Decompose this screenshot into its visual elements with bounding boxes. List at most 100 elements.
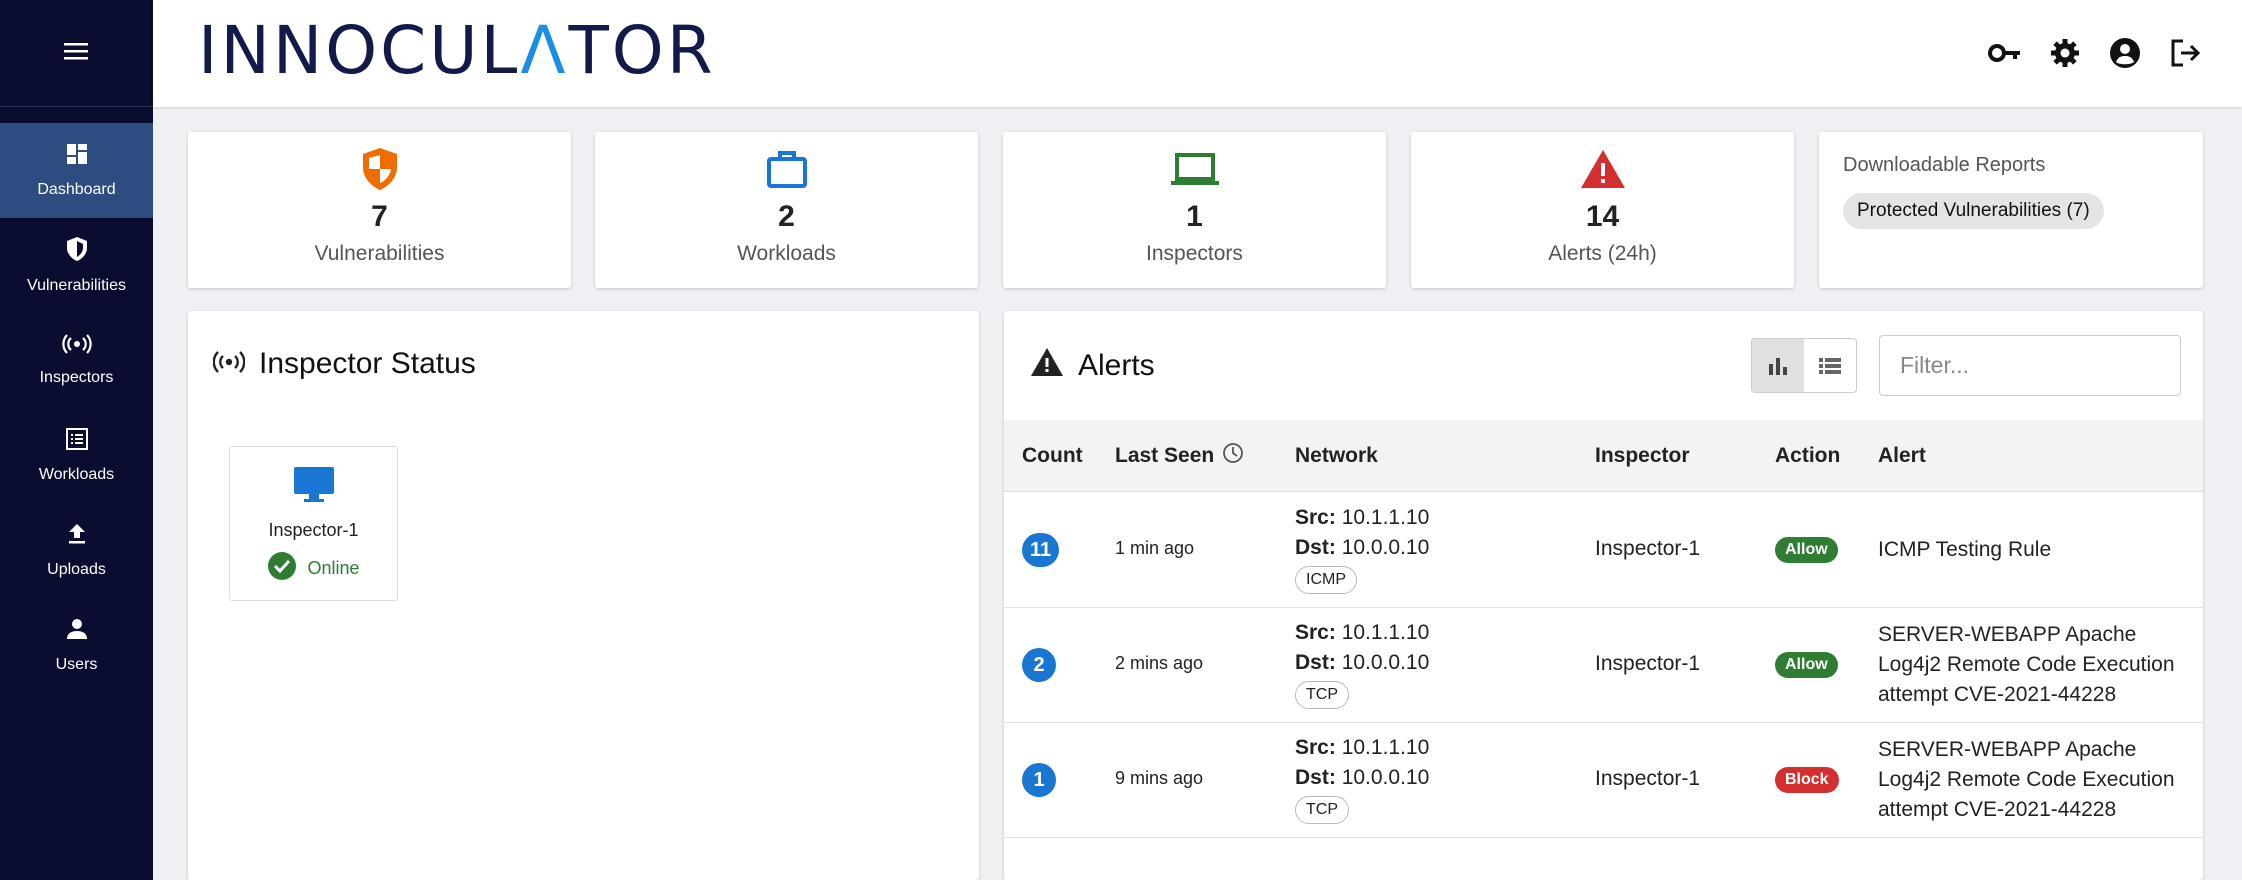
- col-network[interactable]: Network: [1295, 420, 1378, 492]
- inspector-status-header: Inspector Status: [212, 347, 476, 381]
- logo-text-end: TOR: [568, 12, 716, 89]
- stat-value: 14: [1585, 200, 1620, 233]
- broadcast-icon: [212, 347, 246, 381]
- sidebar-nav: Dashboard Vulnerabilities Inspectors Wor…: [0, 123, 153, 693]
- inspector-cell: Inspector-1: [1595, 652, 1701, 675]
- reports-card: Downloadable Reports Protected Vulnerabi…: [1819, 132, 2203, 288]
- stat-label: Vulnerabilities: [314, 242, 445, 265]
- col-action[interactable]: Action: [1775, 420, 1840, 492]
- shield-icon: [65, 236, 89, 267]
- last-seen: 9 mins ago: [1115, 768, 1204, 788]
- col-inspector[interactable]: Inspector: [1595, 420, 1690, 492]
- inspector-cell: Inspector-1: [1595, 537, 1701, 560]
- table-header: Count Last Seen Network Inspector Action…: [1004, 420, 2203, 492]
- stat-card-inspectors[interactable]: 1 Inspectors: [1003, 132, 1386, 288]
- dst-ip: 10.0.0.10: [1341, 536, 1430, 559]
- src-label: Src:: [1295, 506, 1336, 529]
- reports-title: Downloadable Reports: [1843, 154, 2046, 176]
- monitor-icon: [292, 465, 336, 508]
- dashboard-icon: [65, 142, 89, 171]
- action-badge: Block: [1775, 767, 1839, 793]
- sidebar-item-label: Dashboard: [37, 181, 116, 198]
- filter-input[interactable]: [1879, 335, 2181, 396]
- network-cell: Src: 10.1.1.10 Dst: 10.0.0.10 TCP: [1295, 733, 1429, 824]
- inspector-name: Inspector-1: [268, 520, 359, 540]
- sidebar-item-users[interactable]: Users: [0, 598, 153, 693]
- network-cell: Src: 10.1.1.10 Dst: 10.0.0.10 TCP: [1295, 618, 1429, 709]
- action-badge: Allow: [1775, 537, 1838, 563]
- dst-ip: 10.0.0.10: [1341, 651, 1430, 674]
- sidebar-item-dashboard[interactable]: Dashboard: [0, 123, 153, 218]
- app-logo[interactable]: INNOCULΛTOR: [198, 18, 716, 84]
- sidebar-item-label: Vulnerabilities: [26, 277, 126, 294]
- sidebar-item-inspectors[interactable]: Inspectors: [0, 313, 153, 408]
- last-seen: 1 min ago: [1115, 538, 1195, 558]
- alert-cell: SERVER-WEBAPP Apache Log4j2 Remote Code …: [1878, 738, 2175, 821]
- sidebar-item-vulnerabilities[interactable]: Vulnerabilities: [0, 218, 153, 313]
- action-badge: Allow: [1775, 652, 1838, 678]
- sidebar-header: [0, 0, 153, 107]
- src-ip: 10.1.1.10: [1341, 736, 1430, 759]
- shield-icon: [361, 146, 399, 192]
- report-chip[interactable]: Protected Vulnerabilities (7): [1843, 193, 2104, 229]
- src-ip: 10.1.1.10: [1341, 621, 1430, 644]
- col-alert[interactable]: Alert: [1878, 420, 1926, 492]
- stat-card-alerts[interactable]: 14 Alerts (24h): [1411, 132, 1794, 288]
- stat-label: Inspectors: [1146, 242, 1243, 265]
- src-label: Src:: [1295, 736, 1336, 759]
- alert-cell: SERVER-WEBAPP Apache Log4j2 Remote Code …: [1878, 623, 2175, 706]
- sidebar-item-label: Users: [55, 656, 98, 673]
- stat-card-vulnerabilities[interactable]: 7 Vulnerabilities: [188, 132, 571, 288]
- table-row[interactable]: 2 2 mins ago Src: 10.1.1.10 Dst: 10.0.0.…: [1004, 608, 2203, 723]
- count-badge: 11: [1022, 533, 1060, 567]
- list-icon: [65, 427, 89, 456]
- count-badge: 2: [1022, 648, 1056, 682]
- stat-card-workloads[interactable]: 2 Workloads: [595, 132, 978, 288]
- panel-title: Alerts: [1078, 349, 1155, 382]
- col-last-seen[interactable]: Last Seen: [1115, 420, 1244, 492]
- col-last-seen-label: Last Seen: [1115, 444, 1215, 467]
- account-icon[interactable]: [2108, 36, 2142, 70]
- stat-label: Workloads: [737, 242, 836, 265]
- dst-label: Dst:: [1295, 536, 1336, 559]
- alert-cell: ICMP Testing Rule: [1878, 538, 2052, 561]
- inspector-tile[interactable]: Inspector-1 Online: [229, 446, 398, 601]
- inspector-status: Online: [267, 551, 360, 586]
- stat-value: 2: [778, 200, 795, 233]
- briefcase-icon: [766, 146, 808, 192]
- dst-ip: 10.0.0.10: [1341, 766, 1430, 789]
- user-icon: [65, 617, 89, 646]
- laptop-icon: [1170, 146, 1220, 192]
- sidebar: Dashboard Vulnerabilities Inspectors Wor…: [0, 0, 153, 880]
- sidebar-item-workloads[interactable]: Workloads: [0, 408, 153, 503]
- table-row[interactable]: 11 1 min ago Src: 10.1.1.10 Dst: 10.0.0.…: [1004, 493, 2203, 608]
- last-seen: 2 mins ago: [1115, 653, 1204, 673]
- status-text: Online: [307, 558, 360, 578]
- gear-icon[interactable]: [2048, 36, 2082, 70]
- menu-icon[interactable]: [63, 41, 90, 66]
- col-count[interactable]: Count: [1022, 420, 1083, 492]
- logo-accent: Λ: [520, 12, 569, 89]
- list-view-icon[interactable]: [1804, 339, 1856, 392]
- protocol-chip: TCP: [1295, 681, 1349, 709]
- stat-value: 7: [371, 200, 388, 233]
- src-label: Src:: [1295, 621, 1336, 644]
- broadcast-icon: [61, 334, 92, 359]
- logout-icon[interactable]: [2168, 36, 2202, 70]
- dst-label: Dst:: [1295, 651, 1336, 674]
- sidebar-item-label: Uploads: [47, 561, 106, 578]
- key-icon[interactable]: [1988, 36, 2022, 70]
- protocol-chip: ICMP: [1295, 566, 1357, 594]
- stat-value: 1: [1186, 200, 1203, 233]
- table-row[interactable]: 1 9 mins ago Src: 10.1.1.10 Dst: 10.0.0.…: [1004, 723, 2203, 838]
- sidebar-item-uploads[interactable]: Uploads: [0, 503, 153, 598]
- bar-chart-icon[interactable]: [1752, 339, 1804, 392]
- network-cell: Src: 10.1.1.10 Dst: 10.0.0.10 ICMP: [1295, 503, 1429, 594]
- check-circle-icon: [267, 551, 297, 586]
- dst-label: Dst:: [1295, 766, 1336, 789]
- sidebar-item-label: Inspectors: [39, 369, 114, 386]
- alerts-header: Alerts: [1030, 347, 1155, 385]
- logo-text: INNOCUL: [198, 12, 521, 89]
- panel-title: Inspector Status: [259, 347, 476, 380]
- count-badge: 1: [1022, 763, 1056, 797]
